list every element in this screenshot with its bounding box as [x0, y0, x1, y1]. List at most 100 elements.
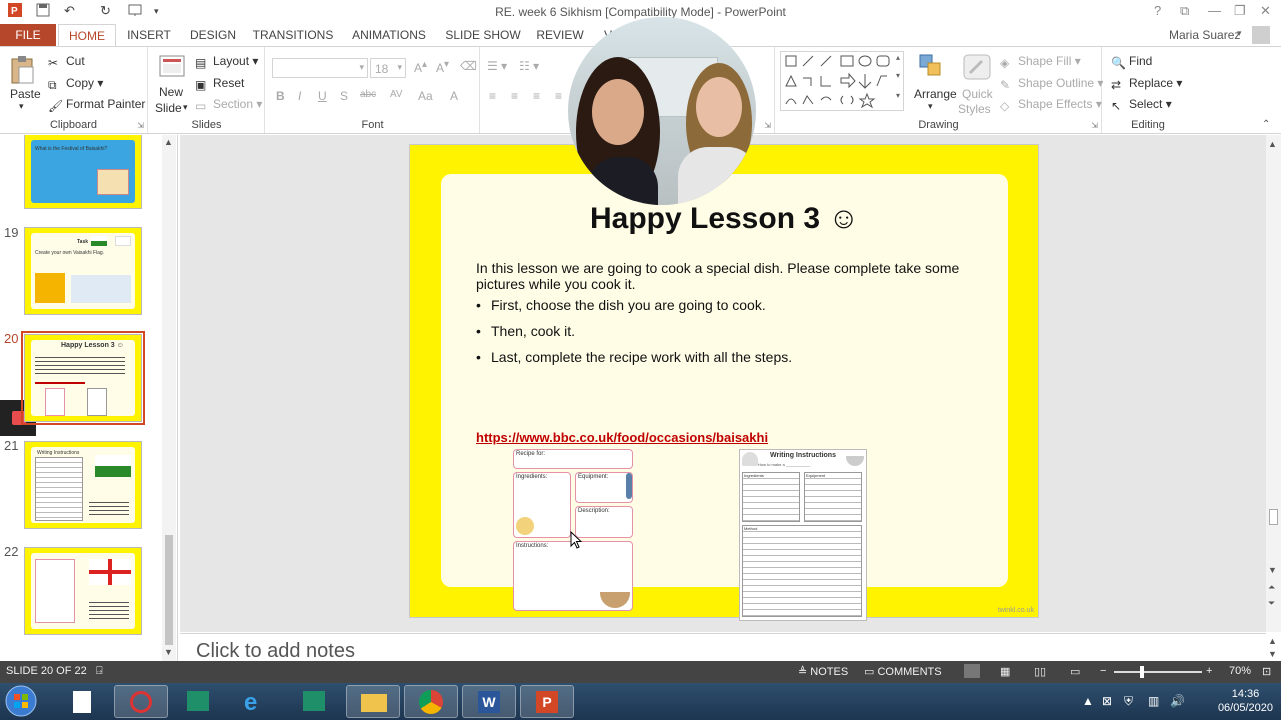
user-account[interactable]: Maria Suarez [1169, 28, 1240, 42]
next-slide-icon[interactable]: ⏷ [1268, 598, 1275, 609]
tab-design[interactable]: DESIGN [184, 24, 242, 46]
replace-button[interactable]: ⇄ Replace ▾ [1111, 76, 1182, 92]
tab-home[interactable]: HOME [58, 24, 116, 47]
spell-check-icon[interactable]: ⍈ [96, 665, 103, 678]
shapes-gallery[interactable] [780, 51, 904, 111]
clear-formatting-icon[interactable]: ⌫ [460, 59, 477, 73]
show-hidden-icons[interactable]: ▲ [1082, 694, 1094, 708]
shadow-button[interactable]: S [340, 89, 348, 103]
shape-fill-button[interactable]: ◈ Shape Fill ▾ [1000, 54, 1081, 70]
taskbar-publisher-2[interactable] [288, 685, 342, 718]
quick-styles-label-2[interactable]: Styles [958, 102, 991, 116]
bullet-item-3[interactable]: • Last, complete the recipe work with all… [476, 349, 792, 365]
volume-icon[interactable]: 🔊 [1170, 694, 1185, 708]
paste-dropdown-icon[interactable]: ▾ [19, 101, 24, 112]
taskbar-snipping-tool[interactable] [114, 685, 168, 718]
align-right-icon[interactable]: ≡ [533, 89, 540, 103]
section-button[interactable]: ▭ Section ▾ [195, 97, 262, 113]
notes-scroll-down-icon[interactable]: ▼ [1268, 649, 1277, 659]
new-slide-button[interactable]: New [159, 85, 183, 99]
bullet-item-2[interactable]: • Then, cook it. [476, 323, 575, 339]
font-color-button[interactable]: A [450, 89, 458, 103]
slide-vertical-scrollbar[interactable]: ▲ ▼ ⏶ ⏷ [1266, 135, 1281, 632]
bold-button[interactable]: B [276, 89, 285, 103]
slide-intro-text[interactable]: In this lesson we are going to cook a sp… [476, 260, 996, 292]
align-left-icon[interactable]: ≡ [489, 89, 496, 103]
paragraph-launcher-icon[interactable]: ⇲ [764, 121, 771, 130]
arrange-dropdown-icon[interactable]: ▾ [928, 101, 933, 112]
notes-pane[interactable]: Click to add notes ▲ ▼ [180, 633, 1277, 663]
slide-thumbnail-19[interactable]: Task Create your own Vaisakhi Flag. [24, 227, 142, 315]
tab-file[interactable]: FILE [0, 24, 56, 46]
new-slide-icon[interactable] [159, 53, 185, 82]
reading-view-icon[interactable]: ▯▯ [1034, 665, 1046, 678]
notes-placeholder[interactable]: Click to add notes [196, 640, 355, 663]
tab-transitions[interactable]: TRANSITIONS [250, 24, 336, 46]
reset-button[interactable]: ▣ Reset [195, 76, 244, 92]
arrange-button[interactable]: Arrange [914, 87, 957, 101]
collapse-ribbon-icon[interactable]: ⌃ [1262, 119, 1270, 130]
character-spacing-button[interactable]: AV [390, 89, 403, 100]
previous-slide-icon[interactable]: ⏶ [1268, 582, 1275, 593]
copy-button[interactable]: ⧉ Copy ▾ [48, 76, 103, 92]
change-case-button[interactable]: Aa [418, 89, 433, 103]
comments-toggle-button[interactable]: ▭ COMMENTS [864, 665, 942, 678]
taskbar-word[interactable]: W [462, 685, 516, 718]
quick-styles-button[interactable]: Quick [962, 87, 993, 101]
paste-button[interactable]: Paste [10, 87, 41, 101]
align-center-icon[interactable]: ≡ [511, 89, 518, 103]
zoom-slider-thumb[interactable] [1140, 666, 1144, 678]
clipboard-launcher-icon[interactable]: ⇲ [137, 121, 144, 130]
notes-scroll-up-icon[interactable]: ▲ [1268, 636, 1277, 646]
slide-thumbnail-21[interactable]: Writing Instructions [24, 441, 142, 529]
tab-review[interactable]: REVIEW [534, 24, 586, 46]
normal-view-icon[interactable] [964, 664, 980, 678]
tray-security-icon[interactable]: ⛨ [1124, 694, 1133, 709]
notes-toggle-button[interactable]: ≜ NOTES [798, 665, 848, 678]
bullet-item-1[interactable]: • First, choose the dish you are going to… [476, 297, 766, 313]
strikethrough-button[interactable]: abc [360, 89, 376, 100]
shapes-scroll-up-icon[interactable]: ▴ [896, 53, 900, 62]
tab-insert[interactable]: INSERT [120, 24, 178, 46]
current-slide[interactable]: Happy Lesson 3 ☺ In this lesson we are g… [409, 144, 1039, 621]
zoom-out-button[interactable]: − [1100, 665, 1106, 677]
new-slide-dropdown-icon[interactable]: ▾ [183, 102, 188, 113]
fit-slide-icon[interactable]: ⊡ [1262, 665, 1271, 678]
font-name-select[interactable]: ▾ [272, 58, 368, 78]
shape-outline-button[interactable]: ✎ Shape Outline ▾ [1000, 76, 1103, 92]
slide-thumbnail-20[interactable]: Happy Lesson 3 ☺ [21, 331, 145, 425]
italic-button[interactable]: I [298, 89, 301, 103]
minimize-button[interactable]: — [1208, 3, 1221, 18]
numbering-icon[interactable]: ☷ ▾ [519, 59, 539, 73]
decrease-font-icon[interactable]: A▾ [436, 59, 449, 75]
tab-animations[interactable]: ANIMATIONS [346, 24, 432, 46]
layout-button[interactable]: ▤ Layout ▾ [195, 54, 258, 70]
avatar[interactable] [1252, 26, 1270, 44]
system-clock[interactable]: 14:36 06/05/2020 [1218, 687, 1273, 715]
slide-thumbnail-22[interactable] [24, 547, 142, 635]
slide-thumbnail-18[interactable]: What is the Festival of Baisakhi? [24, 135, 142, 209]
scroll-up-icon[interactable]: ▲ [1268, 139, 1277, 149]
find-button[interactable]: 🔍 Find [1111, 54, 1152, 70]
restore-button[interactable]: ❐ [1234, 3, 1246, 19]
slide-show-icon[interactable]: ▭ [1070, 665, 1080, 678]
taskbar-file-explorer[interactable] [346, 685, 400, 718]
paste-icon[interactable] [10, 55, 36, 88]
ribbon-display-options-button[interactable]: ⧉ [1180, 3, 1189, 19]
bullets-icon[interactable]: ☰ ▾ [487, 59, 507, 73]
zoom-slider[interactable] [1114, 666, 1202, 678]
format-painter-button[interactable]: 🖌 Format Painter [48, 97, 145, 113]
taskbar-powerpoint[interactable]: P [520, 685, 574, 718]
start-button[interactable] [4, 684, 44, 719]
cut-button[interactable]: ✂ Cut [48, 54, 85, 70]
tab-slide-show[interactable]: SLIDE SHOW [440, 24, 526, 46]
close-button[interactable]: ✕ [1260, 3, 1271, 19]
shapes-scroll-down-icon[interactable]: ▾ [896, 71, 900, 80]
drawing-launcher-icon[interactable]: ⇲ [1091, 121, 1098, 130]
taskbar-file-app[interactable] [56, 685, 110, 718]
underline-button[interactable]: U [318, 89, 327, 103]
bbc-food-link[interactable]: https://www.bbc.co.uk/food/occasions/bai… [476, 430, 768, 445]
writing-instructions-worksheet-image[interactable]: Writing Instructions How to make a _____… [739, 449, 867, 621]
scroll-down-icon[interactable]: ▼ [1268, 565, 1277, 575]
scroll-thumb[interactable] [1269, 509, 1278, 525]
